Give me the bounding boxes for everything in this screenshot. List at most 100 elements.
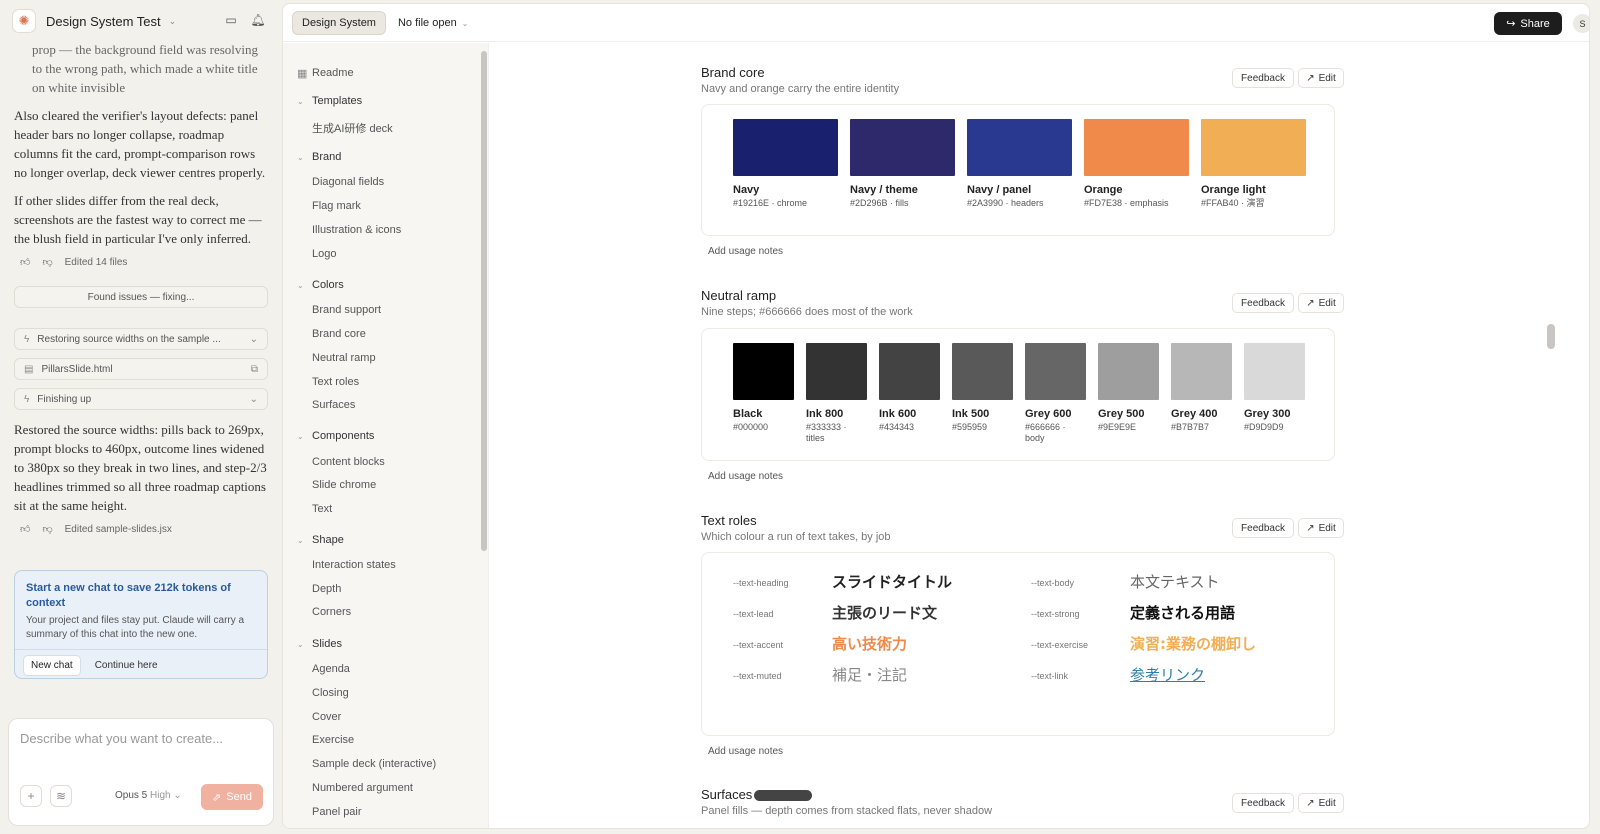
color-swatch[interactable]: Black #000000 — [733, 343, 794, 433]
task-restoring[interactable]: ϟ Restoring source widths on the sample .… — [14, 328, 268, 350]
tree-section-components[interactable]: Components — [312, 430, 374, 442]
chevron-down-icon[interactable]: ⌄ — [250, 330, 258, 349]
color-swatch[interactable]: Navy / panel #2A3990 · headers — [967, 119, 1072, 209]
chevron-down-icon: ⌄ — [173, 790, 182, 801]
prompt-input[interactable]: Describe what you want to create... — [20, 731, 223, 746]
overlay-pill — [754, 790, 812, 801]
swatch-color — [1084, 119, 1189, 176]
canvas-scrollbar[interactable] — [1547, 324, 1555, 349]
tree-scrollbar[interactable] — [481, 51, 487, 551]
tree-section-templates[interactable]: Templates — [312, 95, 362, 107]
tree-item-numbered-argument[interactable]: Numbered argument — [312, 782, 413, 794]
file-selector[interactable]: No file open ⌄ — [398, 17, 468, 29]
add-usage-notes[interactable]: Add usage notes — [708, 471, 783, 482]
tree-item-panel-pair[interactable]: Panel pair — [312, 806, 362, 818]
palette-icon[interactable]: ✺ — [12, 9, 36, 33]
tree-item-content-blocks[interactable]: Content blocks — [312, 456, 385, 468]
model-selector[interactable]: Opus 5 High ⌄ — [115, 790, 182, 801]
tree-item-diagonal-fields[interactable]: Diagonal fields — [312, 176, 384, 188]
add-icon[interactable]: + — [20, 785, 42, 807]
tree-item-deck[interactable]: 生成AI研修 deck — [312, 120, 393, 136]
feedback-button[interactable]: Feedback — [1232, 793, 1294, 813]
thumbs-down-icon[interactable]: 👎︎ — [42, 253, 52, 272]
tree-item-slide-chrome[interactable]: Slide chrome — [312, 479, 376, 491]
add-usage-notes[interactable]: Add usage notes — [708, 246, 783, 257]
edit-button[interactable]: ↗ Edit — [1298, 793, 1344, 813]
chevron-down-icon[interactable]: ⌄ — [297, 536, 304, 545]
tab-design-system[interactable]: Design System — [292, 10, 386, 35]
voice-icon[interactable]: ≋ — [50, 785, 72, 807]
tree-item-brand-core[interactable]: Brand core — [312, 328, 366, 340]
chevron-down-icon[interactable]: ⌄ — [169, 16, 177, 27]
swatch-hex: #333333 · titles — [806, 422, 847, 443]
color-swatch[interactable]: Grey 600 #666666 · body — [1025, 343, 1086, 444]
color-swatch[interactable]: Ink 600 #434343 — [879, 343, 940, 433]
open-external-icon[interactable]: ⧉ — [251, 360, 258, 379]
share-button[interactable]: ↪ Share — [1494, 12, 1562, 35]
add-usage-notes[interactable]: Add usage notes — [708, 746, 783, 757]
tree-section-colors[interactable]: Colors — [312, 279, 344, 291]
edited-files-label: Edited sample-slides.jsx — [64, 524, 172, 535]
tree-item-closing[interactable]: Closing — [312, 687, 349, 699]
chevron-down-icon[interactable]: ⌄ — [297, 432, 304, 441]
project-title[interactable]: Design System Test — [46, 14, 161, 29]
edit-button[interactable]: ↗ Edit — [1298, 293, 1344, 313]
swatch-color — [806, 343, 867, 400]
tree-item-surfaces[interactable]: Surfaces — [312, 399, 355, 411]
tree-item-agenda[interactable]: Agenda — [312, 663, 350, 675]
tree-item-readme[interactable]: Readme — [312, 67, 354, 79]
tree-item-text[interactable]: Text — [312, 503, 332, 515]
tree-item-flag-mark[interactable]: Flag mark — [312, 200, 361, 212]
edit-button[interactable]: ↗ Edit — [1298, 68, 1344, 88]
avatar[interactable]: S — [1573, 14, 1589, 33]
tree-section-slides[interactable]: Slides — [312, 638, 342, 650]
edit-icon: ↗ — [1306, 522, 1315, 534]
bell-icon[interactable]: 🔔︎ — [250, 13, 266, 29]
chevron-down-icon[interactable]: ⌄ — [297, 281, 304, 290]
color-swatch[interactable]: Navy / theme #2D296B · fills — [850, 119, 955, 209]
swatch-hex: #FFAB40 · 演習 — [1201, 198, 1265, 208]
color-swatch[interactable]: Orange #FD7E38 · emphasis — [1084, 119, 1189, 209]
tree-item-sample-deck[interactable]: Sample deck (interactive) — [312, 758, 436, 770]
chevron-down-icon[interactable]: ⌄ — [250, 390, 258, 409]
sidebar-toggle-icon[interactable]: ▭ — [223, 13, 239, 29]
task-finishing[interactable]: ϟ Finishing up ⌄ — [14, 388, 268, 410]
file-attachment[interactable]: ▤ PillarsSlide.html ⧉ — [14, 358, 268, 380]
feedback-button[interactable]: Feedback — [1232, 293, 1294, 313]
new-chat-button[interactable]: New chat — [23, 654, 81, 676]
color-swatch[interactable]: Ink 500 #595959 — [952, 343, 1013, 433]
color-swatch[interactable]: Grey 500 #9E9E9E — [1098, 343, 1159, 433]
edit-button[interactable]: ↗ Edit — [1298, 518, 1344, 538]
swatch-name: Grey 600 — [1025, 408, 1072, 420]
feedback-button[interactable]: Feedback — [1232, 518, 1294, 538]
color-swatch[interactable]: Ink 800 #333333 · titles — [806, 343, 867, 444]
tree-item-cover[interactable]: Cover — [312, 711, 341, 723]
thumbs-down-icon[interactable]: 👎︎ — [42, 520, 52, 539]
tree-section-shape[interactable]: Shape — [312, 534, 344, 546]
chevron-down-icon[interactable]: ⌄ — [297, 97, 304, 106]
color-swatch[interactable]: Grey 400 #B7B7B7 — [1171, 343, 1232, 433]
feedback-button[interactable]: Feedback — [1232, 68, 1294, 88]
chevron-down-icon[interactable]: ⌄ — [297, 640, 304, 649]
send-button[interactable]: ⇗ Send — [201, 784, 263, 810]
thumbs-up-icon[interactable]: 👍︎ — [20, 253, 30, 272]
tree-item-depth[interactable]: Depth — [312, 583, 341, 595]
color-swatch[interactable]: Navy #19216E · chrome — [733, 119, 838, 209]
brand-core-card: Navy #19216E · chrome Navy / theme #2D296B … — [701, 104, 1335, 236]
edit-icon: ↗ — [1306, 297, 1315, 309]
thumbs-up-icon[interactable]: 👍︎ — [20, 520, 30, 539]
tree-item-neutral-ramp[interactable]: Neutral ramp — [312, 352, 376, 364]
tree-item-brand-support[interactable]: Brand support — [312, 304, 381, 316]
color-swatch[interactable]: Grey 300 #D9D9D9 — [1244, 343, 1305, 433]
tree-item-text-roles[interactable]: Text roles — [312, 376, 359, 388]
text-role-sample[interactable]: 参考リンク — [1130, 664, 1205, 685]
tree-item-illustration-icons[interactable]: Illustration & icons — [312, 224, 401, 236]
tree-item-exercise[interactable]: Exercise — [312, 734, 354, 746]
tree-item-interaction-states[interactable]: Interaction states — [312, 559, 396, 571]
chevron-down-icon[interactable]: ⌄ — [297, 153, 304, 162]
tree-item-corners[interactable]: Corners — [312, 606, 351, 618]
tree-item-logo[interactable]: Logo — [312, 248, 336, 260]
tree-section-brand[interactable]: Brand — [312, 151, 341, 163]
color-swatch[interactable]: Orange light #FFAB40 · 演習 — [1201, 119, 1306, 209]
continue-here-button[interactable]: Continue here — [89, 656, 164, 675]
